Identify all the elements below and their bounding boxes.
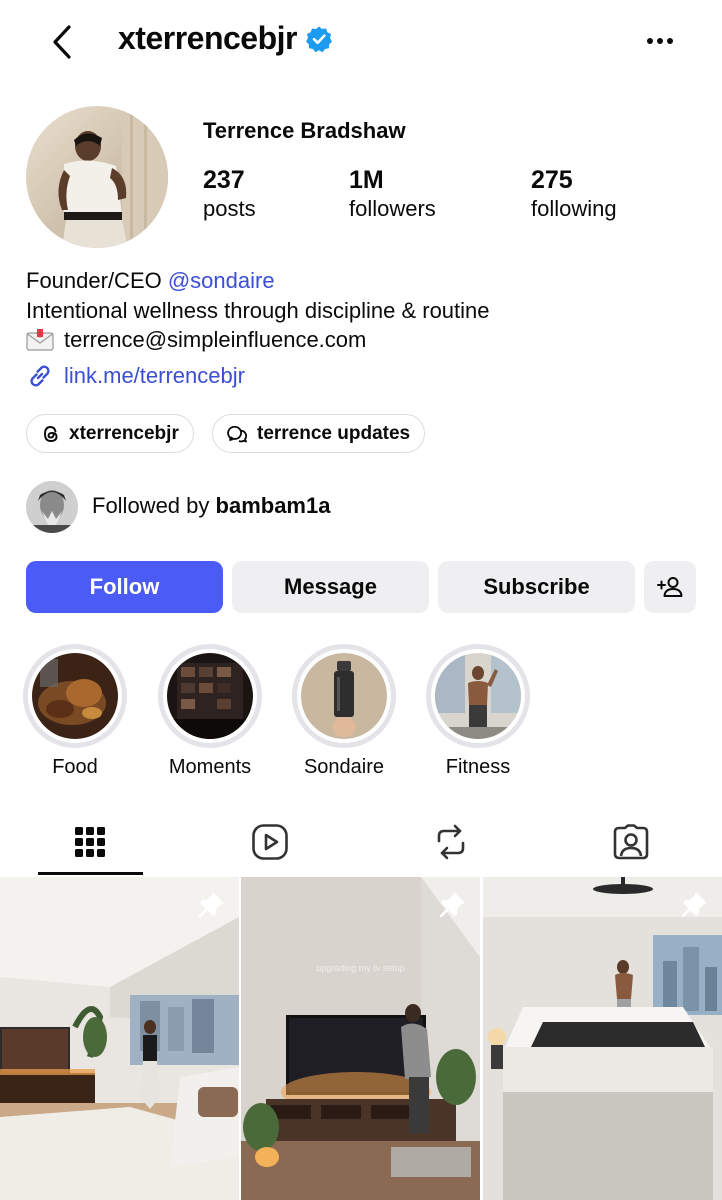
follow-button[interactable]: Follow [26, 561, 223, 613]
broadcast-channel-chip-label: terrence updates [257, 422, 411, 444]
stat-followers-value: 1M [349, 166, 384, 194]
highlight-ring [23, 644, 127, 748]
message-button[interactable]: Message [232, 561, 429, 613]
broadcast-channel-chip[interactable]: terrence updates [212, 414, 426, 453]
broadcast-channel-icon [227, 425, 247, 442]
stat-posts[interactable]: 237 posts [203, 165, 256, 223]
highlight-ring [292, 644, 396, 748]
bio-external-link[interactable]: link.me/terrencebjr [26, 362, 245, 390]
highlight-sondaire[interactable]: Sondaire [292, 644, 396, 779]
tab-tagged[interactable] [571, 814, 691, 870]
link-icon [30, 365, 50, 387]
post-thumbnail[interactable] [483, 877, 722, 1200]
followed-by-text[interactable]: Followed by bambam1a [92, 493, 330, 519]
reposts-icon [437, 824, 465, 860]
post-thumbnail[interactable]: upgrading my tv setup [241, 877, 480, 1200]
profile-bio: Founder/CEO @sondaire Intentional wellne… [26, 266, 706, 355]
tab-reposts[interactable] [391, 814, 511, 870]
threads-chip[interactable]: xterrencebjr [26, 414, 194, 453]
highlight-label: Fitness [445, 756, 511, 778]
active-tab-indicator [38, 872, 143, 875]
chevron-left-icon [53, 25, 71, 59]
stat-followers-label: followers [349, 196, 436, 221]
stat-following-value: 275 [531, 166, 573, 194]
pinned-icon [197, 889, 227, 919]
grid-icon [75, 827, 105, 857]
highlight-ring [158, 644, 262, 748]
bio-email: terrence@simpleinfluence.com [64, 327, 367, 352]
suggested-users-button[interactable] [644, 561, 696, 613]
username-text: xterrencebjr [118, 20, 297, 56]
profile-header: xterrencebjr [0, 0, 722, 84]
stat-posts-label: posts [203, 196, 256, 221]
highlight-cover [32, 653, 118, 739]
bio-line-1: Founder/CEO @sondaire [26, 266, 706, 296]
back-button[interactable] [44, 22, 80, 62]
stat-following[interactable]: 275 following [531, 165, 617, 223]
tagged-icon [613, 824, 649, 860]
bio-role: Founder/CEO [26, 268, 168, 293]
highlight-fitness[interactable]: Fitness [426, 644, 530, 779]
tab-posts-grid[interactable] [30, 814, 150, 870]
reels-icon [252, 824, 288, 860]
profile-avatar[interactable] [26, 106, 168, 248]
bio-line-2: Intentional wellness through discipline … [26, 297, 490, 323]
followed-by-prefix: Followed by [92, 493, 216, 518]
post-thumbnail[interactable] [0, 877, 239, 1200]
threads-chip-label: xterrencebjr [69, 422, 179, 444]
bio-mention-link[interactable]: @sondaire [168, 268, 275, 293]
posts-grid: upgrading my tv setup [0, 877, 722, 1200]
highlight-cover [435, 653, 521, 739]
stat-following-label: following [531, 196, 617, 221]
highlight-ring [426, 644, 530, 748]
more-horizontal-icon [647, 38, 673, 44]
bio-link-text: link.me/terrencebjr [64, 363, 245, 388]
post-caption-overlay: upgrading my tv setup [316, 963, 405, 973]
profile-full-name: Terrence Bradshaw [203, 118, 406, 143]
highlight-moments[interactable]: Moments [158, 644, 262, 779]
highlight-cover [167, 653, 253, 739]
followed-by-name: bambam1a [215, 493, 331, 518]
tab-reels[interactable] [210, 814, 330, 870]
highlight-label: Food [52, 756, 98, 778]
highlight-label: Moments [168, 756, 252, 778]
highlight-label: Sondaire [303, 756, 385, 778]
envelope-icon [26, 329, 54, 351]
stat-followers[interactable]: 1M followers [349, 165, 436, 223]
threads-icon [44, 425, 58, 442]
verified-badge-icon [305, 25, 333, 53]
followed-by-avatar[interactable] [26, 481, 78, 533]
pinned-icon [438, 889, 468, 919]
pinned-icon [680, 889, 710, 919]
profile-username: xterrencebjr [118, 20, 333, 57]
highlight-food[interactable]: Food [23, 644, 127, 779]
more-options-button[interactable] [640, 26, 680, 56]
bio-line-3: terrence@simpleinfluence.com [26, 325, 706, 355]
highlight-cover [301, 653, 387, 739]
stat-posts-value: 237 [203, 166, 245, 194]
subscribe-button[interactable]: Subscribe [438, 561, 635, 613]
add-person-icon [657, 577, 683, 597]
